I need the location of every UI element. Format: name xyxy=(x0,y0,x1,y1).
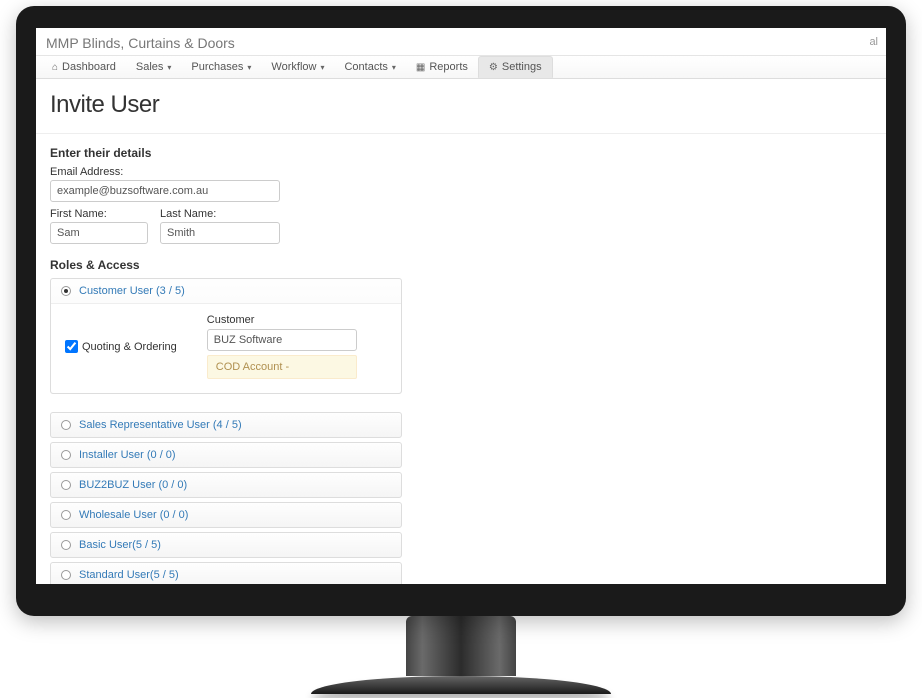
radio-icon[interactable] xyxy=(61,420,71,430)
email-field[interactable] xyxy=(50,180,280,202)
role-body-customer: Quoting & Ordering Customer COD Account … xyxy=(51,303,401,393)
role-label: Installer User (0 / 0) xyxy=(79,449,176,461)
nav-sales-label: Sales xyxy=(136,61,164,73)
caret-down-icon: ▾ xyxy=(320,63,324,72)
customer-field[interactable] xyxy=(207,329,357,351)
nav-dashboard-label: Dashboard xyxy=(62,61,116,73)
role-label: Customer User (3 / 5) xyxy=(79,285,185,297)
radio-icon[interactable] xyxy=(61,450,71,460)
caret-down-icon: ▾ xyxy=(247,63,251,72)
last-name-label: Last Name: xyxy=(160,208,280,220)
radio-icon[interactable] xyxy=(61,480,71,490)
radio-icon[interactable] xyxy=(61,570,71,580)
role-heading-buz2buz[interactable]: BUZ2BUZ User (0 / 0) xyxy=(51,473,401,497)
chart-icon: ▦ xyxy=(416,62,425,73)
role-label: Basic User(5 / 5) xyxy=(79,539,161,551)
nav-reports[interactable]: ▦ Reports xyxy=(406,56,478,78)
role-panel-installer: Installer User (0 / 0) xyxy=(50,442,402,468)
role-panel-standard: Standard User(5 / 5) xyxy=(50,562,402,584)
customer-suggestion[interactable]: COD Account - xyxy=(207,355,357,379)
divider xyxy=(36,133,886,134)
nav-reports-label: Reports xyxy=(429,61,468,73)
role-heading-installer[interactable]: Installer User (0 / 0) xyxy=(51,443,401,467)
last-name-field[interactable] xyxy=(160,222,280,244)
gear-icon: ⚙ xyxy=(489,62,498,73)
radio-icon[interactable] xyxy=(61,286,71,296)
nav-contacts-label: Contacts xyxy=(344,61,387,73)
nav-workflow[interactable]: Workflow ▾ xyxy=(261,56,334,78)
role-heading-basic[interactable]: Basic User(5 / 5) xyxy=(51,533,401,557)
quoting-ordering-checkbox[interactable] xyxy=(65,340,78,353)
first-name-label: First Name: xyxy=(50,208,148,220)
nav-settings-label: Settings xyxy=(502,61,542,73)
nav-sales[interactable]: Sales ▾ xyxy=(126,56,182,78)
role-panel-wholesale: Wholesale User (0 / 0) xyxy=(50,502,402,528)
caret-down-icon: ▾ xyxy=(167,63,171,72)
role-heading-salesrep[interactable]: Sales Representative User (4 / 5) xyxy=(51,413,401,437)
details-heading: Enter their details xyxy=(50,146,872,160)
caret-down-icon: ▾ xyxy=(392,63,396,72)
monitor-stand-neck xyxy=(406,616,516,676)
radio-icon[interactable] xyxy=(61,540,71,550)
nav-contacts[interactable]: Contacts ▾ xyxy=(334,56,405,78)
role-panel-basic: Basic User(5 / 5) xyxy=(50,532,402,558)
nav-dashboard[interactable]: ⌂ Dashboard xyxy=(42,56,126,78)
role-panel-salesrep: Sales Representative User (4 / 5) xyxy=(50,412,402,438)
customer-label: Customer xyxy=(207,314,387,326)
first-name-field[interactable] xyxy=(50,222,148,244)
role-heading-customer[interactable]: Customer User (3 / 5) xyxy=(51,279,401,303)
role-panel-buz2buz: BUZ2BUZ User (0 / 0) xyxy=(50,472,402,498)
role-panel-customer: Customer User (3 / 5) Quoting & Ordering xyxy=(50,278,402,394)
role-label: Standard User(5 / 5) xyxy=(79,569,179,581)
main-nav: ⌂ Dashboard Sales ▾ Purchases ▾ Workflow… xyxy=(36,55,886,79)
role-label: BUZ2BUZ User (0 / 0) xyxy=(79,479,187,491)
app-title: MMP Blinds, Curtains & Doors xyxy=(36,28,886,55)
radio-icon[interactable] xyxy=(61,510,71,520)
nav-workflow-label: Workflow xyxy=(271,61,316,73)
home-icon: ⌂ xyxy=(52,62,58,73)
roles-accordion: Customer User (3 / 5) Quoting & Ordering xyxy=(50,278,402,584)
nav-purchases-label: Purchases xyxy=(191,61,243,73)
roles-heading: Roles & Access xyxy=(50,258,872,272)
role-label: Sales Representative User (4 / 5) xyxy=(79,419,242,431)
quoting-ordering-label: Quoting & Ordering xyxy=(82,341,177,353)
role-heading-wholesale[interactable]: Wholesale User (0 / 0) xyxy=(51,503,401,527)
page-title: Invite User xyxy=(50,91,872,119)
nav-purchases[interactable]: Purchases ▾ xyxy=(181,56,261,78)
monitor-stand-base xyxy=(311,676,611,694)
nav-settings[interactable]: ⚙ Settings xyxy=(478,56,553,78)
role-heading-standard[interactable]: Standard User(5 / 5) xyxy=(51,563,401,584)
top-right-text: al xyxy=(869,36,878,48)
spacer xyxy=(50,398,402,412)
role-label: Wholesale User (0 / 0) xyxy=(79,509,188,521)
email-label: Email Address: xyxy=(50,166,872,178)
